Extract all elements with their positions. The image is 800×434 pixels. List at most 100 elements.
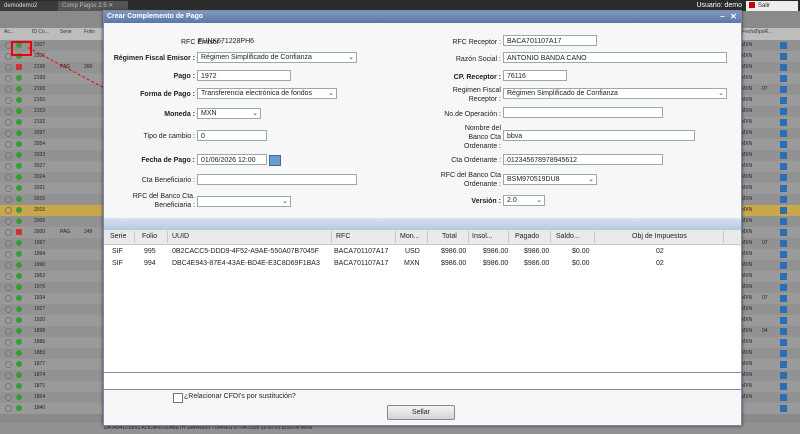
document-icon[interactable] xyxy=(780,350,787,357)
document-icon[interactable] xyxy=(780,251,787,258)
add-icon[interactable] xyxy=(16,339,22,345)
calendar-icon[interactable] xyxy=(269,155,281,166)
document-icon[interactable] xyxy=(780,284,787,291)
search-icon[interactable] xyxy=(5,130,12,137)
search-icon[interactable] xyxy=(5,361,12,368)
close-icon[interactable]: ✕ xyxy=(730,13,737,21)
col-saldo[interactable]: Saldo... xyxy=(556,233,580,240)
add-icon[interactable] xyxy=(16,361,22,367)
add-icon[interactable] xyxy=(16,372,22,378)
add-icon[interactable] xyxy=(16,295,22,301)
document-icon[interactable] xyxy=(780,218,787,225)
search-icon[interactable] xyxy=(5,328,12,335)
document-icon[interactable] xyxy=(780,86,787,93)
search-icon[interactable] xyxy=(5,174,12,181)
add-icon[interactable] xyxy=(16,108,22,114)
search-icon[interactable] xyxy=(5,196,12,203)
add-icon[interactable] xyxy=(16,273,22,279)
search-icon[interactable] xyxy=(5,262,12,269)
search-icon[interactable] xyxy=(5,64,12,71)
rfc-banco-benef-select[interactable]: ⌄ xyxy=(197,196,291,207)
search-icon[interactable] xyxy=(5,372,12,379)
forma-pago-select[interactable]: Transferencia electrónica de fondos ⌄ xyxy=(197,88,337,99)
moneda-select[interactable]: MXN ⌄ xyxy=(197,108,261,119)
table-row[interactable]: SIF 995 0B2CACC5-DDD9-4F52-A9AE-550A07B7… xyxy=(104,246,741,258)
regimen-receptor-select[interactable]: Régimen Simplificado de Confianza ⌄ xyxy=(503,88,727,99)
search-icon[interactable] xyxy=(5,405,12,412)
add-icon[interactable] xyxy=(16,207,22,213)
document-icon[interactable] xyxy=(780,372,787,379)
document-icon[interactable] xyxy=(780,405,787,412)
add-icon[interactable] xyxy=(16,284,22,290)
pago-input[interactable]: 1972 xyxy=(197,70,291,81)
add-icon[interactable] xyxy=(16,328,22,334)
document-icon[interactable] xyxy=(780,295,787,302)
add-icon[interactable] xyxy=(16,119,22,125)
search-icon[interactable] xyxy=(5,108,12,115)
add-icon[interactable] xyxy=(16,394,22,400)
search-icon[interactable] xyxy=(5,229,12,236)
col-total[interactable]: Total xyxy=(442,233,457,240)
no-operacion-input[interactable] xyxy=(503,107,663,118)
search-icon[interactable] xyxy=(5,394,12,401)
document-icon[interactable] xyxy=(780,262,787,269)
search-icon[interactable] xyxy=(5,284,12,291)
search-icon[interactable] xyxy=(5,152,12,159)
search-icon[interactable] xyxy=(5,75,12,82)
document-icon[interactable] xyxy=(780,306,787,313)
add-icon[interactable] xyxy=(16,350,22,356)
search-icon[interactable] xyxy=(5,251,12,258)
search-icon[interactable] xyxy=(5,141,12,148)
document-icon[interactable] xyxy=(780,64,787,71)
cp-receptor-input[interactable]: 76116 xyxy=(503,70,567,81)
relacionar-checkbox[interactable] xyxy=(173,393,183,403)
col-obj-impuestos[interactable]: Obj de Impuestos xyxy=(632,233,687,240)
col-rfc[interactable]: RFC xyxy=(336,233,350,240)
document-icon[interactable] xyxy=(780,207,787,214)
cancel-icon[interactable] xyxy=(16,229,22,235)
search-icon[interactable] xyxy=(5,273,12,280)
add-icon[interactable] xyxy=(16,97,22,103)
document-icon[interactable] xyxy=(780,141,787,148)
document-icon[interactable] xyxy=(780,317,787,324)
document-icon[interactable] xyxy=(780,394,787,401)
document-icon[interactable] xyxy=(780,174,787,181)
add-icon[interactable] xyxy=(16,174,22,180)
table-row[interactable]: SIF 994 DBC4E943-87E4-43AE-BD4E-E3C8D69F… xyxy=(104,258,741,270)
rfc-banco-ord-select[interactable]: BSM970519DU8 ⌄ xyxy=(503,174,597,185)
document-icon[interactable] xyxy=(780,152,787,159)
document-icon[interactable] xyxy=(780,229,787,236)
search-icon[interactable] xyxy=(5,207,12,214)
cta-beneficiario-input[interactable] xyxy=(197,174,357,185)
search-icon[interactable] xyxy=(5,339,12,346)
document-icon[interactable] xyxy=(780,130,787,137)
col-uuid[interactable]: UUID xyxy=(172,233,189,240)
col-folio[interactable]: Folio xyxy=(142,233,157,240)
regimen-emisor-select[interactable]: Régimen Simplificado de Confianza ⌄ xyxy=(197,52,357,63)
search-icon[interactable] xyxy=(5,163,12,170)
minimize-icon[interactable]: – xyxy=(719,13,726,21)
fecha-pago-input[interactable]: 01/06/2026 12:00 xyxy=(197,154,267,165)
add-icon[interactable] xyxy=(16,240,22,246)
search-icon[interactable] xyxy=(5,350,12,357)
rfc-receptor-input[interactable]: BACA701107A17 xyxy=(503,35,597,46)
salir-button[interactable]: Salir xyxy=(746,1,798,11)
search-icon[interactable] xyxy=(5,119,12,126)
add-icon[interactable] xyxy=(16,218,22,224)
search-icon[interactable] xyxy=(5,383,12,390)
add-icon[interactable] xyxy=(16,152,22,158)
add-icon[interactable] xyxy=(16,196,22,202)
search-icon[interactable] xyxy=(5,86,12,93)
document-icon[interactable] xyxy=(780,273,787,280)
tab-demodemo2[interactable]: demodemo2 xyxy=(0,1,58,11)
col-pagado[interactable]: Pagado xyxy=(515,233,539,240)
add-icon[interactable] xyxy=(16,86,22,92)
cancel-icon[interactable] xyxy=(16,64,22,70)
document-icon[interactable] xyxy=(780,108,787,115)
search-icon[interactable] xyxy=(5,240,12,247)
document-icon[interactable] xyxy=(780,339,787,346)
add-icon[interactable] xyxy=(16,185,22,191)
search-icon[interactable] xyxy=(5,97,12,104)
col-insoluto[interactable]: Insol... xyxy=(472,233,493,240)
col-moneda[interactable]: Mon... xyxy=(400,233,419,240)
